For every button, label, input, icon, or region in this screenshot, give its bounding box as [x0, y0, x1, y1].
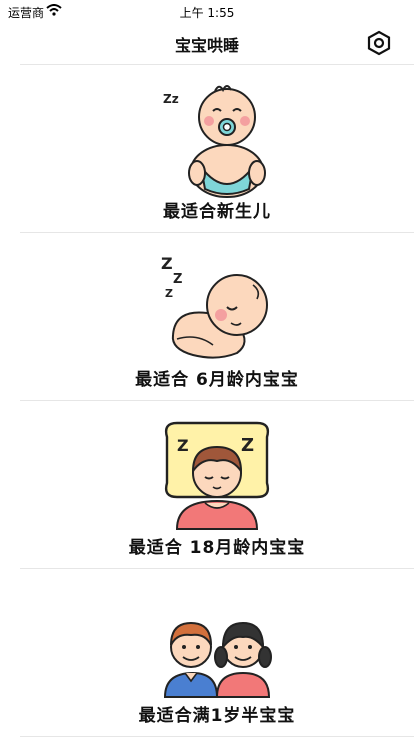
newborn-baby-icon: Zz: [157, 81, 277, 199]
list-item-6-months[interactable]: Z Z Z 最适合 6月龄内宝宝: [20, 232, 414, 400]
svg-text:Zz: Zz: [163, 92, 179, 106]
svg-text:Z: Z: [173, 272, 182, 287]
item-label: 最适合 18月龄内宝宝: [128, 538, 306, 558]
svg-text:Z: Z: [165, 287, 173, 300]
svg-text:Z: Z: [241, 435, 254, 456]
settings-button[interactable]: [366, 30, 392, 56]
item-label: 最适合 6月龄内宝宝: [135, 370, 299, 390]
two-children-icon: [157, 585, 277, 703]
item-label: 最适合新生儿: [163, 202, 271, 222]
sleeping-baby-icon: Z Z Z: [157, 249, 277, 367]
page-title: 宝宝哄睡: [174, 36, 239, 55]
list-item-18-months[interactable]: Z Z 最适合 18月龄内宝宝: [20, 400, 414, 568]
svg-text:Z: Z: [177, 436, 189, 455]
list-item-newborn[interactable]: Zz 最适合新生儿: [20, 64, 414, 232]
status-time: 上午 1:55: [179, 6, 235, 20]
svg-text:Z: Z: [161, 254, 173, 273]
status-bar: 运营商 上午 1:55: [0, 0, 414, 22]
navigation-bar: 宝宝哄睡: [0, 22, 414, 64]
item-label: 最适合满1岁半宝宝: [138, 706, 296, 726]
list-item-1-5-years[interactable]: 最适合满1岁半宝宝: [20, 568, 414, 737]
toddler-on-pillow-icon: Z Z: [157, 417, 277, 535]
lullaby-list: Zz 最适合新生儿 Z Z Z 最适合 6月龄内宝宝 Z Z 最适合 18月龄内…: [20, 64, 414, 737]
settings-hexagon-icon: [367, 30, 391, 56]
